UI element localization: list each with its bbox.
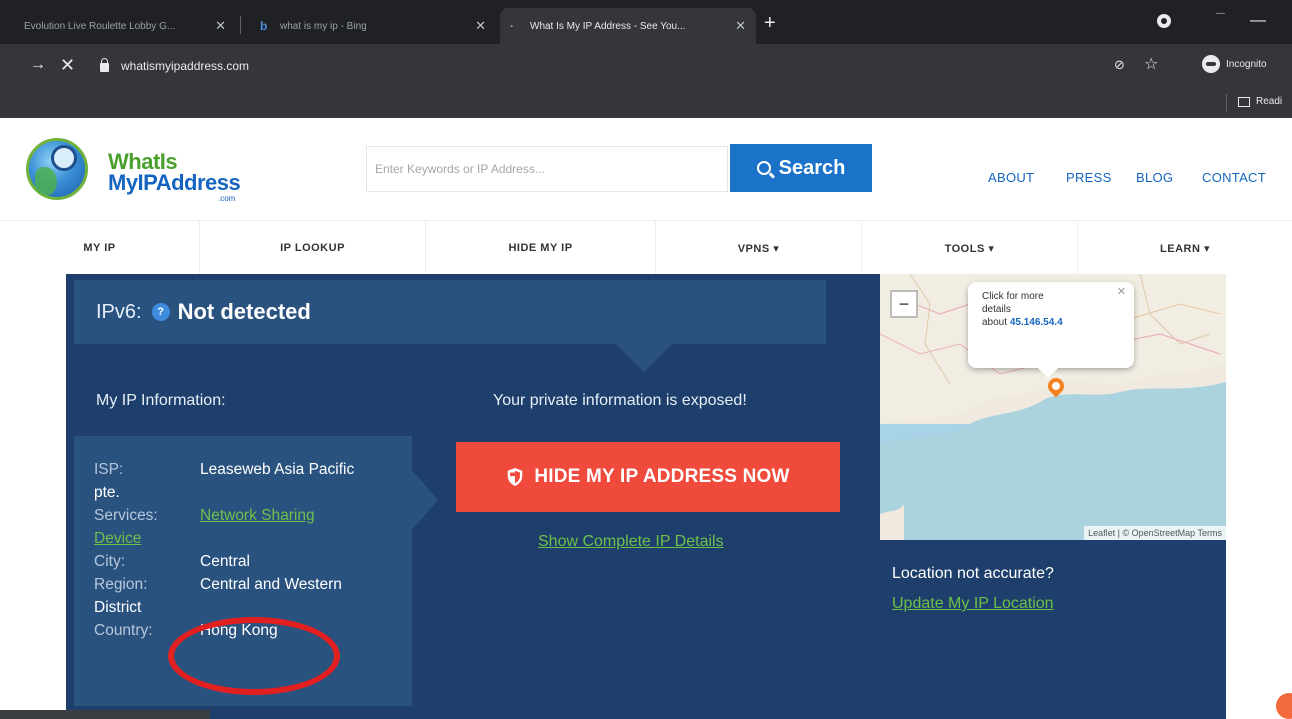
logo-text-myipaddress: MyIPAddress [108, 170, 241, 195]
logo-text-whatis: WhatIs [108, 149, 178, 174]
isp-row-cont: pte. [94, 481, 412, 504]
region-row-cont: District [94, 596, 412, 619]
incognito-indicator[interactable]: Incognito [1202, 55, 1267, 73]
popup-line3: about 45.146.54.4 [982, 316, 1126, 329]
popup-line1: Click for more [982, 291, 1044, 302]
search-input[interactable] [366, 146, 728, 192]
region-label: Region: [94, 576, 148, 593]
tab-title: What Is My IP Address - See You... [530, 20, 686, 32]
menu-ip-lookup[interactable]: IP LOOKUP [200, 221, 426, 275]
tab-title: Evolution Live Roulette Lobby G... [24, 20, 176, 32]
isp-row: ISP: Leaseweb Asia Pacific [94, 458, 412, 481]
site-logo[interactable]: WhatIs MyIPAddress .com [22, 138, 262, 208]
services-label: Services: [94, 507, 158, 524]
location-map[interactable]: − ✕ Click for more details about 45.146.… [880, 274, 1226, 540]
nav-press[interactable]: PRESS [1066, 170, 1112, 185]
city-label: City: [94, 553, 125, 570]
isp-value: Leaseweb Asia Pacific [200, 461, 355, 478]
ipv6-box: IPv6: ? Not detected [74, 280, 826, 344]
forward-icon[interactable]: → [30, 56, 46, 74]
screen: Evolution Live Roulette Lobby G... ✕ b w… [0, 0, 1292, 719]
tab-separator [240, 16, 241, 34]
info-box-pointer [412, 470, 438, 530]
nav-contact[interactable]: CONTACT [1202, 170, 1266, 185]
ipv6-label: IPv6: [96, 300, 142, 323]
close-icon[interactable]: ✕ [735, 18, 746, 34]
popup-ip: 45.146.54.4 [1009, 317, 1063, 328]
search-button-label: Search [778, 156, 846, 179]
reading-list-icon [1238, 96, 1250, 107]
isp-label: ISP: [94, 461, 124, 478]
hide-ip-button[interactable]: HIDE MY IP ADDRESS NOW [456, 442, 840, 512]
search-button[interactable]: Search [730, 144, 872, 192]
reading-list-button[interactable]: Readi [1238, 96, 1282, 107]
popup-line2: details [982, 304, 1011, 315]
help-icon[interactable]: ? [151, 303, 170, 321]
star-icon[interactable]: ☆ [1144, 54, 1158, 74]
region-value-cont: District [94, 599, 142, 616]
address-bar[interactable]: whatismyipaddress.com [90, 52, 1190, 80]
main-menu: MY IP IP LOOKUP HIDE MY IP VPNS ▾ TOOLS … [0, 220, 1292, 275]
menu-learn[interactable]: LEARN ▾ [1078, 221, 1292, 275]
popup-about: about [982, 317, 1008, 328]
update-location-link[interactable]: Update My IP Location [892, 595, 1054, 613]
popup-close-icon[interactable]: ✕ [1117, 286, 1126, 299]
services-row-cont: Device [94, 527, 412, 550]
tab-evolution[interactable]: Evolution Live Roulette Lobby G... ✕ [14, 8, 236, 44]
globe-logo-icon [26, 138, 88, 200]
ipv6-value: Not detected [177, 299, 311, 324]
minimize-icon[interactable]: — [1250, 12, 1266, 30]
lock-icon [100, 58, 109, 72]
incognito-icon [1202, 55, 1220, 73]
new-tab-icon[interactable]: + [764, 13, 776, 33]
search-icon [756, 161, 771, 175]
window-separator: ¯ [1216, 12, 1225, 29]
exposed-warning: Your private information is exposed! [493, 392, 747, 409]
close-icon[interactable]: ✕ [215, 18, 226, 34]
zoom-out-button[interactable]: − [890, 290, 918, 318]
eye-off-icon[interactable]: ⊘ [1114, 57, 1125, 73]
bookmark-separator [1226, 94, 1227, 112]
my-ip-info-heading: My IP Information: [96, 392, 226, 409]
map-attribution[interactable]: Leaflet | © OpenStreetMap Terms [1084, 526, 1226, 540]
tab-title: what is my ip - Bing [280, 20, 367, 32]
status-bar [0, 710, 210, 719]
loading-icon: · [510, 19, 514, 33]
tab-whatismyip[interactable]: · What Is My IP Address - See You... ✕ [500, 8, 756, 44]
site-header: WhatIs MyIPAddress .com Search ABOUT PRE… [0, 118, 1292, 220]
show-complete-details-link[interactable]: Show Complete IP Details [538, 533, 724, 551]
menu-my-ip[interactable]: MY IP [0, 221, 200, 275]
close-icon[interactable]: ✕ [475, 18, 486, 34]
nav-about[interactable]: ABOUT [988, 170, 1034, 185]
url-text: whatismyipaddress.com [121, 59, 250, 73]
services-link-cont[interactable]: Device [94, 530, 141, 547]
map-popup[interactable]: ✕ Click for more details about 45.146.54… [968, 282, 1134, 378]
browser-tab-strip: Evolution Live Roulette Lobby G... ✕ b w… [0, 0, 1292, 44]
reading-list-label: Readi [1256, 96, 1283, 107]
isp-value-cont: pte. [94, 484, 120, 501]
tab-bing[interactable]: b what is my ip - Bing ✕ [250, 8, 496, 44]
annotation-circle [168, 617, 340, 695]
menu-vpns[interactable]: VPNS ▾ [656, 221, 862, 275]
stop-icon[interactable]: ✕ [60, 56, 75, 74]
hide-ip-button-label: HIDE MY IP ADDRESS NOW [534, 466, 790, 487]
city-row: City: Central [94, 550, 412, 573]
location-not-accurate: Location not accurate? [892, 565, 1054, 582]
city-value: Central [200, 553, 250, 570]
shield-icon [508, 468, 523, 486]
region-value: Central and Western [200, 576, 342, 593]
browser-toolbar: → ✕ whatismyipaddress.com ⊘ ☆ Incognito [0, 44, 1292, 88]
incognito-label: Incognito [1226, 58, 1267, 70]
nav-blog[interactable]: BLOG [1136, 170, 1173, 185]
region-row: Region: Central and Western [94, 573, 412, 596]
bing-icon: b [260, 19, 268, 33]
menu-hide-my-ip[interactable]: HIDE MY IP [426, 221, 656, 275]
services-link[interactable]: Network Sharing [200, 507, 315, 524]
services-row: Services: Network Sharing [94, 504, 412, 527]
record-icon[interactable] [1157, 14, 1171, 28]
menu-tools[interactable]: TOOLS ▾ [862, 221, 1078, 275]
logo-text-com: .com [218, 194, 236, 203]
bookmarks-bar: Readi [0, 88, 1292, 118]
callout-pointer [616, 344, 672, 372]
